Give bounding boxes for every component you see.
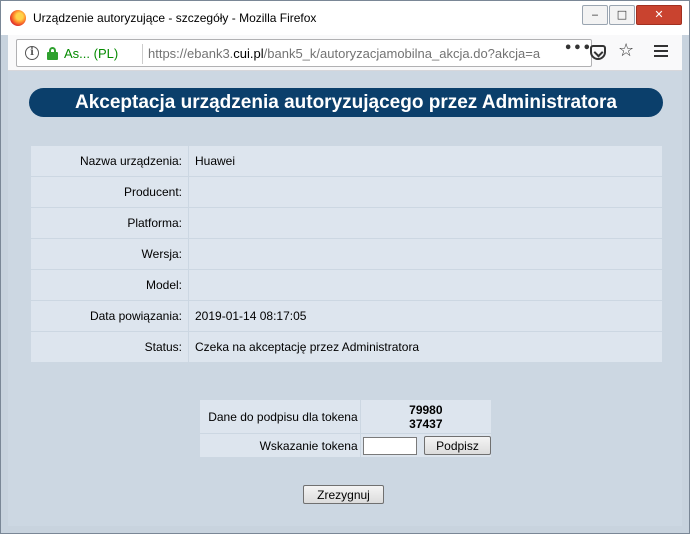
row-value: 2019-01-14 08:17:05 [188, 300, 663, 332]
table-row: Wskazanie tokena Podpisz [199, 433, 493, 458]
site-identity[interactable]: As... (PL) [64, 46, 118, 61]
token-reading-input[interactable] [362, 436, 417, 455]
row-value [188, 207, 663, 239]
title-bar[interactable]: Urządzenie autoryzujące - szczegóły - Mo… [1, 1, 689, 35]
row-value: Huawei [188, 145, 663, 177]
sign-button[interactable]: Podpisz [424, 436, 491, 455]
hamburger-menu-icon[interactable] [654, 45, 668, 60]
sign-data-label: Dane do podpisu dla tokena [199, 399, 361, 434]
device-details-table: Nazwa urządzenia: Huawei Producent: Plat… [30, 145, 663, 363]
row-value [188, 269, 663, 301]
sign-data-line2: 37437 [409, 416, 443, 431]
cancel-button[interactable]: Zrezygnuj [303, 485, 384, 504]
row-value [188, 238, 663, 270]
menu-line [654, 50, 668, 52]
page-content: Akceptacja urządzenia autoryzującego prz… [8, 71, 682, 526]
info-icon[interactable]: i [25, 46, 39, 60]
row-label: Model: [30, 269, 189, 301]
table-row: Wersja: [30, 238, 663, 270]
browser-window: Urządzenie autoryzujące - szczegóły - Mo… [0, 0, 690, 534]
table-row: Platforma: [30, 207, 663, 239]
table-row: Dane do podpisu dla tokena 79980 37437 [199, 399, 493, 434]
firefox-icon [10, 10, 26, 26]
table-row: Producent: [30, 176, 663, 208]
row-value: Czeka na akceptację przez Administratora [188, 331, 663, 363]
window-title: Urządzenie autoryzujące - szczegóły - Mo… [33, 11, 317, 25]
token-reading-label: Wskazanie tokena [199, 433, 361, 458]
url-text[interactable]: https://ebank3.cui.pl/bank5_k/autoryzacj… [148, 46, 540, 61]
lock-icon[interactable] [47, 47, 58, 60]
lock-body [47, 52, 58, 60]
minimize-button[interactable]: ‒ [582, 5, 608, 25]
sign-data-code: 79980 37437 [359, 399, 493, 434]
url-host: cui.pl [233, 46, 264, 61]
page-actions-icon[interactable]: ••• [564, 41, 592, 56]
navigation-bar: i As... (PL) https://ebank3.cui.pl/bank5… [8, 35, 682, 71]
menu-line [654, 45, 668, 47]
address-divider [142, 44, 143, 64]
row-label: Wersja: [30, 238, 189, 270]
table-row: Data powiązania: 2019-01-14 08:17:05 [30, 300, 663, 332]
address-bar[interactable]: i As... (PL) https://ebank3.cui.pl/bank5… [16, 39, 592, 67]
row-label: Nazwa urządzenia: [30, 145, 189, 177]
maximize-button[interactable]: □ [609, 5, 635, 25]
sign-data-line1: 79980 [409, 402, 443, 417]
close-button[interactable]: ✕ [636, 5, 682, 25]
row-label: Status: [30, 331, 189, 363]
token-reading-controls: Podpisz [359, 433, 493, 458]
bookmark-star-icon[interactable]: ☆ [618, 42, 634, 60]
row-label: Platforma: [30, 207, 189, 239]
table-row: Nazwa urządzenia: Huawei [30, 145, 663, 177]
url-path: /bank5_k/autoryzacjamobilna_akcja.do?akc… [263, 46, 541, 61]
menu-line [654, 55, 668, 57]
pocket-icon[interactable] [590, 45, 606, 60]
row-label: Data powiązania: [30, 300, 189, 332]
url-prefix: https://ebank3. [148, 46, 234, 61]
page-title: Akceptacja urządzenia autoryzującego prz… [29, 88, 663, 117]
token-signing-table: Dane do podpisu dla tokena 79980 37437 W… [199, 399, 493, 458]
row-value [188, 176, 663, 208]
row-label: Producent: [30, 176, 189, 208]
table-row: Status: Czeka na akceptację przez Admini… [30, 331, 663, 363]
table-row: Model: [30, 269, 663, 301]
